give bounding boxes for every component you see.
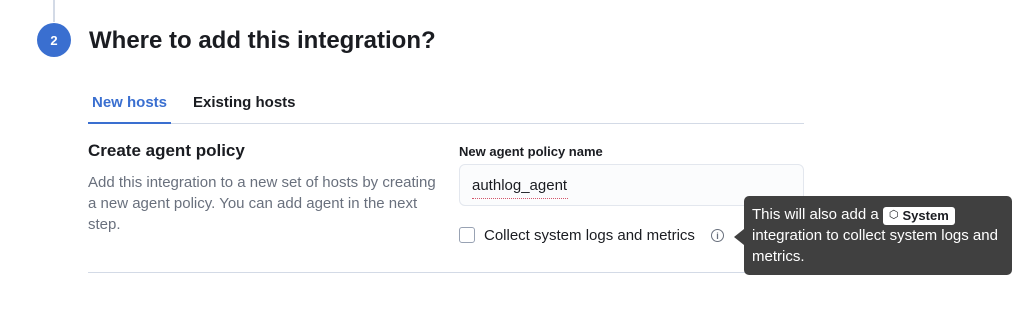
package-icon: ⬡ [888, 209, 899, 221]
collect-system-logs-label[interactable]: Collect system logs and metrics [484, 227, 695, 244]
tooltip-text-after: integration to collect system logs and m… [752, 227, 998, 265]
step-connector-line [53, 0, 55, 22]
collect-system-logs-checkbox[interactable] [459, 227, 475, 243]
section-divider [88, 272, 804, 273]
step-number-badge: 2 [37, 23, 71, 57]
step-title: Where to add this integration? [89, 27, 436, 54]
system-badge-label: System [902, 208, 949, 223]
tooltip-text-before: This will also add a [752, 206, 879, 223]
system-integration-badge: ⬡ System [882, 206, 955, 225]
policy-name-label: New agent policy name [459, 144, 603, 159]
spellcheck-underline [472, 198, 568, 199]
tab-new-hosts[interactable]: New hosts [88, 94, 172, 124]
tab-existing-hosts[interactable]: Existing hosts [193, 94, 296, 124]
tooltip-arrow [734, 229, 744, 245]
section-description: Add this integration to a new set of hos… [88, 174, 436, 233]
tooltip: This will also add a ⬡ System integratio… [744, 196, 1012, 275]
tab-bar: New hosts Existing hosts [88, 88, 804, 124]
section-title: Create agent policy [88, 141, 245, 160]
info-icon[interactable]: i [711, 229, 724, 242]
